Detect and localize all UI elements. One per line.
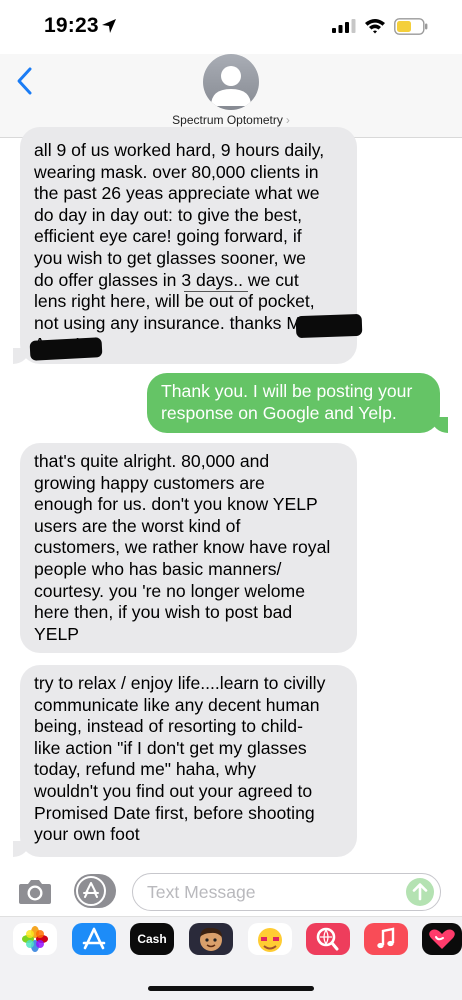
- person-silhouette-icon: [211, 66, 251, 106]
- redaction-mark: [29, 337, 103, 361]
- photos-icon[interactable]: [13, 923, 57, 955]
- battery-icon: [394, 18, 428, 35]
- animoji-icon[interactable]: [248, 923, 292, 955]
- redaction-mark: [295, 313, 363, 339]
- web-search-icon[interactable]: [306, 923, 350, 955]
- memoji-icon[interactable]: [189, 923, 233, 955]
- message-line: the past 26 yeas appreciate what we: [34, 183, 320, 204]
- message-line: Promised Date first, before shooting: [34, 802, 315, 823]
- contact-name: Spectrum Optometry: [172, 113, 283, 127]
- contact-name-button[interactable]: Spectrum Optometry ›: [0, 113, 462, 127]
- bubble-tail: [13, 841, 29, 857]
- music-icon[interactable]: [364, 923, 408, 955]
- message-line: being, instead of resorting to child-: [34, 716, 303, 737]
- camera-icon[interactable]: [18, 877, 52, 905]
- apple-cash-icon[interactable]: Cash: [130, 923, 174, 955]
- digital-touch-icon[interactable]: [422, 923, 462, 955]
- message-line: do day in day out: to give the best,: [34, 204, 302, 225]
- imessage-app-drawer: Cash: [0, 916, 462, 1000]
- message-line: lens right here, will be out of pocket,: [34, 291, 315, 312]
- message-line: users are the worst kind of: [34, 515, 241, 536]
- bubble-tail: [432, 417, 448, 433]
- app-store-icon[interactable]: [72, 923, 116, 955]
- app-store-button[interactable]: [74, 874, 116, 908]
- apple-cash-label: Cash: [137, 932, 167, 946]
- date-underline: [184, 291, 248, 292]
- message-line: courtesy. you 're no longer welome: [34, 580, 305, 601]
- message-line: you wish to get glasses sooner, we: [34, 247, 306, 268]
- app-store-icon: [76, 876, 106, 906]
- send-button[interactable]: [406, 878, 434, 906]
- location-arrow-icon: [102, 19, 116, 33]
- message-line: response on Google and Yelp.: [161, 402, 397, 423]
- message-line: all 9 of us worked hard, 9 hours daily,: [34, 140, 325, 160]
- message-line: wouldn't you find out your agreed to: [34, 780, 313, 801]
- arrow-up-icon: [412, 883, 428, 901]
- home-indicator[interactable]: [148, 986, 314, 991]
- message-line: growing happy customers are: [34, 472, 265, 493]
- message-line: try to relax / enjoy life....learn to ci…: [34, 673, 326, 693]
- message-line: customers, we rather know have royal: [34, 537, 331, 558]
- message-line: that's quite alright. 80,000 and: [34, 451, 270, 471]
- message-line: YELP: [34, 623, 79, 644]
- message-line: your own foot: [34, 824, 140, 845]
- message-line: here then, if you wish to post bad: [34, 602, 293, 623]
- status-time: 19:23: [44, 14, 99, 37]
- incoming-message[interactable]: that's quite alright. 80,000 and growing…: [20, 443, 357, 653]
- chevron-left-icon[interactable]: [14, 66, 36, 96]
- contact-avatar[interactable]: [203, 54, 259, 110]
- cellular-signal-icon: [332, 19, 356, 33]
- message-line: like action "if I don't get my glasses: [34, 737, 307, 758]
- message-input[interactable]: [147, 882, 397, 903]
- message-line: wearing mask. over 80,000 clients in: [34, 161, 319, 182]
- outgoing-message[interactable]: Thank you. I will be posting your respon…: [147, 373, 440, 433]
- conversation-header: Spectrum Optometry ›: [0, 54, 462, 138]
- message-line: today, refund me" haha, why: [34, 759, 257, 780]
- message-line: people who has basic manners/: [34, 558, 282, 579]
- status-bar: 19:23: [0, 0, 462, 54]
- message-line: Thank you. I will be posting your: [161, 381, 413, 401]
- chevron-right-icon: ›: [285, 113, 290, 127]
- bubble-tail: [13, 348, 29, 364]
- message-line: efficient eye care! going forward, if: [34, 226, 302, 247]
- message-line: communicate like any decent human: [34, 694, 320, 715]
- message-line: enough for us. don't you know YELP: [34, 494, 318, 515]
- message-line: do offer glasses in 3 days.. we cut: [34, 269, 299, 290]
- message-text-field[interactable]: [132, 873, 441, 911]
- wifi-icon: [365, 19, 385, 34]
- incoming-message[interactable]: try to relax / enjoy life....learn to ci…: [20, 665, 357, 857]
